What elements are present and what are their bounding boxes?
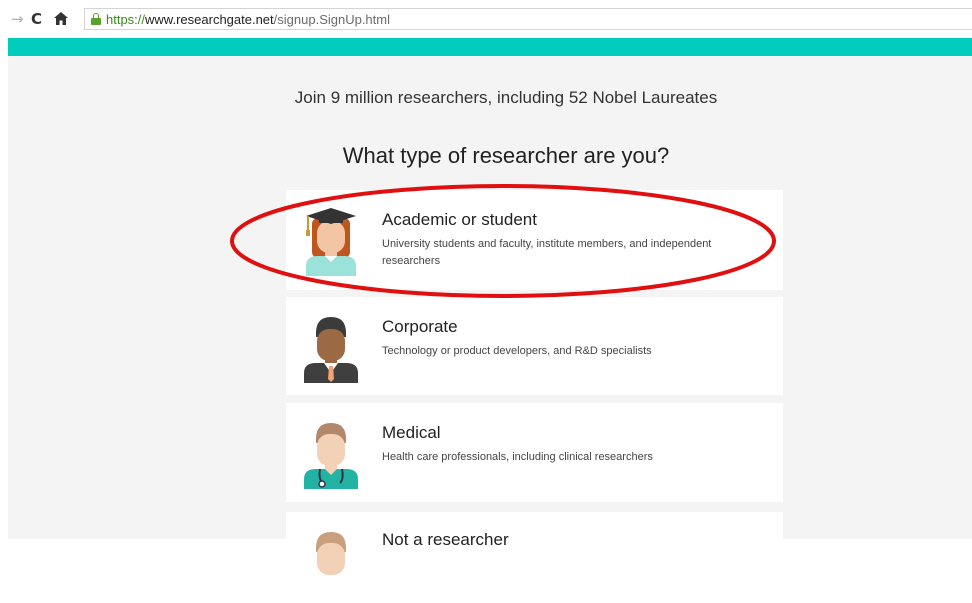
option-corporate-card[interactable]: Corporate Technology or product develope…: [286, 297, 783, 395]
page-title: What type of researcher are you?: [342, 143, 670, 168]
person-avatar-icon: [298, 526, 364, 598]
option-title: Not a researcher: [382, 530, 509, 549]
tagline: Join 9 million researchers, including 52…: [294, 88, 718, 107]
medical-avatar-icon: [298, 417, 364, 489]
option-medical-card[interactable]: Medical Health care professionals, inclu…: [286, 403, 783, 502]
option-description: Health care professionals, including cli…: [382, 451, 653, 463]
browser-toolbar: → C https://www.researchgate.net/signup.…: [0, 0, 972, 38]
option-title: Medical: [382, 423, 441, 442]
url-text: https://www.researchgate.net/signup.Sign…: [106, 12, 390, 27]
option-description: University students and faculty, institu…: [382, 238, 712, 267]
option-academic-card[interactable]: Academic or student University students …: [286, 190, 783, 290]
option-not-researcher-card[interactable]: Not a researcher: [286, 512, 783, 575]
url-host: www.researchgate.net: [145, 12, 274, 27]
corporate-avatar-icon: [298, 311, 364, 383]
option-title: Corporate: [382, 317, 458, 336]
option-title: Academic or student: [382, 210, 537, 229]
url-scheme: https://: [106, 12, 146, 27]
address-bar[interactable]: https://www.researchgate.net/signup.Sign…: [84, 8, 972, 30]
academic-avatar-icon: [298, 204, 364, 276]
lock-icon: [91, 13, 101, 25]
option-description: Technology or product developers, and R&…: [382, 345, 652, 357]
url-path: /signup.SignUp.html: [273, 12, 390, 27]
home-icon[interactable]: [54, 12, 68, 25]
arrow-right-icon[interactable]: →: [11, 12, 24, 27]
reload-icon[interactable]: C: [31, 12, 42, 27]
header-band: [8, 38, 972, 56]
